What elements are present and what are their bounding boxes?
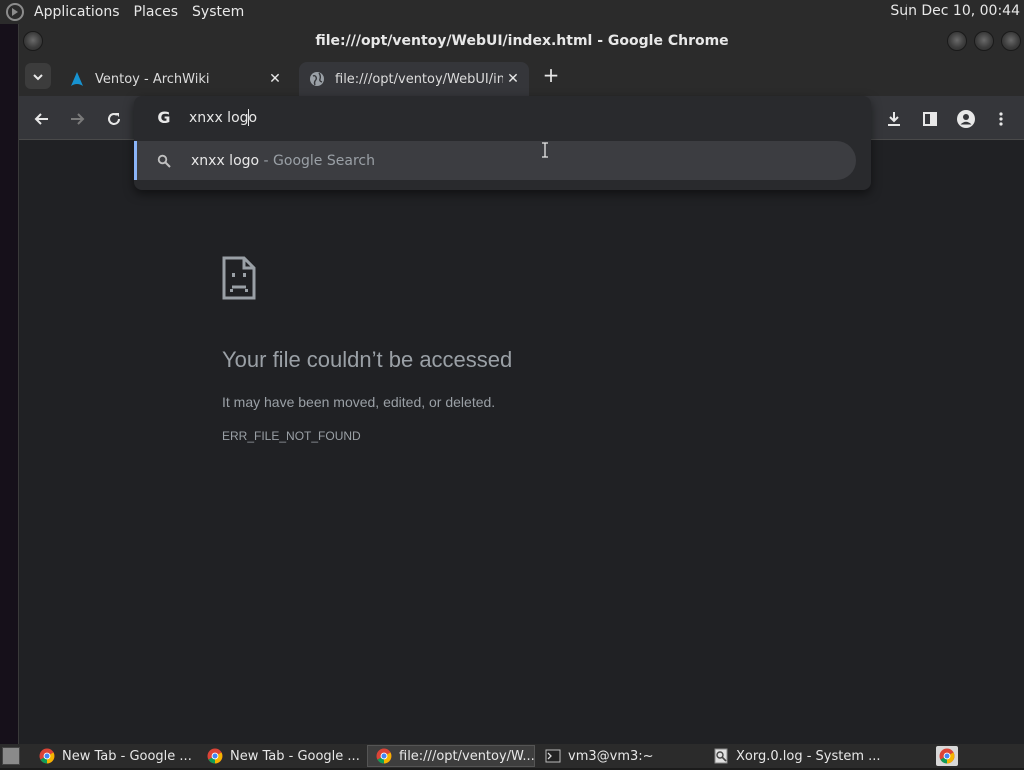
terminal-icon — [545, 749, 561, 763]
taskbar: New Tab - Google ... New Tab - Google ..… — [0, 744, 1024, 768]
desktop-background — [0, 24, 18, 744]
forward-arrow-icon[interactable] — [65, 106, 89, 130]
menu-places[interactable]: Places — [134, 4, 179, 20]
menu-system[interactable]: System — [192, 4, 244, 20]
panel-clock[interactable]: Sun Dec 10, 00:44 — [890, 3, 1020, 19]
tray-chrome-icon[interactable] — [936, 746, 958, 766]
taskbar-item-label: vm3@vm3:~ — [568, 748, 654, 764]
address-bar-input[interactable] — [189, 107, 829, 129]
taskbar-item-file-ventoy[interactable]: file:///opt/ventoy/W... — [367, 745, 535, 767]
google-g-icon: G — [157, 108, 171, 127]
taskbar-item-new-tab-2[interactable]: New Tab - Google ... — [199, 745, 365, 767]
tab-label: Ventoy - ArchWiki — [95, 71, 210, 87]
show-desktop-icon[interactable] — [2, 747, 20, 765]
taskbar-item-terminal[interactable]: vm3@vm3:~ — [537, 745, 703, 767]
taskbar-item-label: file:///opt/ventoy/W... — [399, 748, 535, 764]
back-arrow-icon[interactable] — [30, 106, 54, 130]
taskbar-item-label: New Tab - Google ... — [62, 748, 192, 764]
maximize-button[interactable] — [974, 31, 994, 51]
minimize-button[interactable] — [947, 31, 967, 51]
omnibox-suggestion[interactable]: xnxx logo - Google Search — [134, 141, 856, 180]
more-menu-icon[interactable] — [989, 106, 1013, 130]
log-viewer-icon — [714, 748, 728, 764]
top-panel: Applications Places System Sun Dec 10, 0… — [0, 0, 1024, 24]
chrome-icon — [207, 748, 223, 764]
side-panel-icon[interactable] — [918, 106, 942, 130]
error-page: Your file couldn’t be accessed It may ha… — [222, 256, 822, 443]
tab-label: file:///opt/ventoy/WebUI/inde — [335, 71, 503, 87]
taskbar-item-new-tab-1[interactable]: New Tab - Google ... — [31, 745, 197, 767]
tab-strip: Ventoy - ArchWiki ✕ file:///opt/ventoy/W… — [19, 58, 1024, 96]
archlinux-icon — [71, 72, 83, 86]
tab-file-ventoy[interactable]: file:///opt/ventoy/WebUI/inde ✕ — [299, 62, 529, 96]
tab-search-button[interactable] — [25, 63, 51, 89]
taskbar-item-label: Xorg.0.log - System ... — [736, 748, 881, 764]
omnibox-dropdown: G xnxx logo - Google Search — [134, 96, 871, 190]
menu-applications[interactable]: Applications — [34, 4, 120, 20]
chevron-down-icon — [33, 73, 43, 80]
suggestion-query: xnxx logo — [191, 152, 260, 169]
tab-ventoy-archwiki[interactable]: Ventoy - ArchWiki ✕ — [59, 62, 291, 96]
taskbar-item-label: New Tab - Google ... — [230, 748, 360, 764]
window-title: file:///opt/ventoy/WebUI/index.html - Go… — [315, 33, 729, 49]
chrome-icon — [376, 748, 392, 764]
search-icon — [157, 154, 171, 168]
sad-file-icon — [222, 256, 256, 300]
profile-avatar-icon[interactable] — [954, 106, 978, 130]
error-message: It may have been moved, edited, or delet… — [222, 394, 496, 410]
tab-close-icon[interactable]: ✕ — [503, 71, 523, 87]
close-window-button[interactable] — [1001, 31, 1021, 51]
distro-logo-icon[interactable] — [6, 3, 24, 21]
reload-icon[interactable] — [102, 106, 126, 130]
text-caret — [248, 109, 249, 126]
error-code: ERR_FILE_NOT_FOUND — [222, 429, 361, 443]
window-titlebar[interactable]: file:///opt/ventoy/WebUI/index.html - Go… — [19, 24, 1024, 58]
chrome-icon — [39, 748, 55, 764]
window-menu-button[interactable] — [23, 31, 43, 51]
chrome-window: file:///opt/ventoy/WebUI/index.html - Go… — [18, 24, 1024, 744]
new-tab-button[interactable]: + — [539, 64, 563, 88]
download-icon[interactable] — [882, 106, 906, 130]
suggestion-suffix: - Google Search — [259, 152, 375, 169]
ibeam-cursor-icon — [542, 142, 548, 158]
tab-close-icon[interactable]: ✕ — [265, 71, 285, 87]
taskbar-item-xorg-log[interactable]: Xorg.0.log - System ... — [705, 745, 885, 767]
globe-icon — [310, 72, 324, 86]
error-title: Your file couldn’t be accessed — [222, 347, 513, 372]
